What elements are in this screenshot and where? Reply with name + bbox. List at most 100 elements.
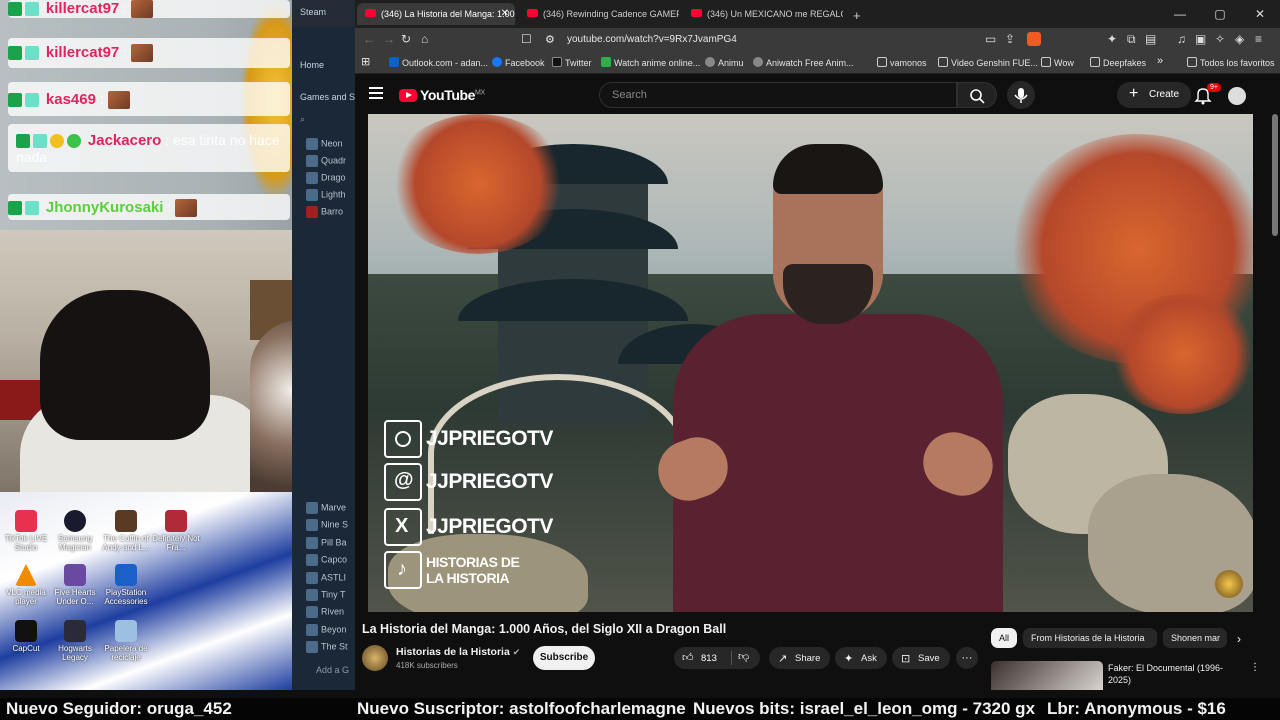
bookmark-folder[interactable]: Wow [1041, 57, 1074, 68]
desktop-icon[interactable]: PlayStation Accessories [96, 564, 156, 606]
site-info-icon[interactable]: ⚙ [545, 33, 555, 46]
close-window-icon[interactable]: ✕ [1240, 0, 1280, 28]
vpn-icon[interactable]: ◈ [1235, 32, 1244, 46]
chip-from-channel[interactable]: From Historias de la Historia [1023, 628, 1157, 648]
new-tab-button[interactable]: + [847, 2, 871, 24]
vlc-icon [15, 564, 37, 586]
create-button[interactable]: Create [1117, 82, 1191, 108]
steam-game-item[interactable]: Riven [306, 606, 344, 621]
ask-button[interactable]: ✦ Ask [835, 647, 887, 669]
steam-game-item[interactable]: The St [306, 641, 348, 656]
apps-icon[interactable]: ⊞ [361, 55, 370, 68]
steam-game-item[interactable]: Barro [306, 206, 343, 221]
desktop-icon[interactable]: Papelera de reciclaje [96, 620, 156, 662]
account-avatar[interactable] [1228, 87, 1246, 105]
maximize-icon[interactable]: ▢ [1200, 0, 1240, 28]
url-field[interactable]: ⚙ youtube.com/watch?v=9Rx7JvamPG4 [535, 31, 1055, 49]
close-tab-icon[interactable]: ✕ [501, 8, 509, 19]
samsung-magician-icon [64, 510, 86, 532]
steam-game-item[interactable]: Neon [306, 138, 343, 153]
bookmark-item[interactable]: Animu [705, 57, 744, 68]
more-actions-button[interactable]: ··· [956, 647, 978, 669]
bookmark-folder[interactable]: vamonos [877, 57, 927, 68]
voice-search-button[interactable] [1007, 81, 1035, 109]
menu-icon[interactable]: ≡ [1255, 32, 1262, 46]
all-favorites-folder[interactable]: Todos los favoritos [1187, 57, 1275, 68]
steam-game-item[interactable]: Marve [306, 502, 346, 517]
steam-game-item[interactable]: ASTLI [306, 572, 346, 587]
save-button[interactable]: ⊡ Save [892, 647, 950, 669]
browser-tab[interactable]: (346) Rewinding Cadence GAMEPLAY [519, 3, 679, 25]
like-count[interactable]: 813 [701, 653, 717, 664]
minimize-icon[interactable]: — [1160, 0, 1200, 28]
channel-watermark-icon[interactable] [1215, 570, 1243, 598]
steam-nav-games[interactable]: Games and S [300, 92, 355, 102]
steam-game-item[interactable]: Nine S [306, 519, 348, 534]
subscribe-button[interactable]: Subscribe [533, 646, 595, 670]
hamburger-menu-icon[interactable] [369, 87, 383, 99]
reload-icon[interactable]: ↻ [401, 32, 411, 46]
cast-icon[interactable]: ▭ [985, 32, 996, 46]
channel-avatar[interactable] [362, 645, 388, 671]
back-icon[interactable]: ← [363, 32, 375, 46]
steam-game-item[interactable]: Lighth [306, 189, 346, 204]
chat-text: : [167, 199, 172, 215]
ai-icon[interactable]: ✧ [1215, 32, 1225, 46]
steam-nav-home[interactable]: Home [300, 60, 324, 70]
sidebar-icon[interactable]: ▤ [1145, 32, 1156, 46]
steam-game-item[interactable]: Capco [306, 554, 347, 569]
browser-tab[interactable]: (346) Un MEXICANO me REGALÓ ES [683, 3, 843, 25]
steam-game-item[interactable]: Quadr [306, 155, 346, 170]
search-button[interactable] [957, 82, 997, 108]
more-bookmarks-icon[interactable]: » [1157, 55, 1163, 67]
steam-game-item[interactable]: Drago [306, 172, 346, 187]
recommended-title[interactable]: Faker: El Documental (1996-2025) [1108, 662, 1228, 686]
video-player[interactable]: JJPRIEGOTV @ JJPRIEGOTV X JJPRIEGOTV ♪ HIST… [368, 114, 1253, 612]
chip-all[interactable]: All [991, 628, 1017, 648]
extension-icon[interactable]: ✦ [1107, 32, 1117, 46]
search-input[interactable]: Search [599, 82, 957, 108]
puzzle-icon[interactable]: ⧉ [1127, 32, 1136, 47]
steam-game-item[interactable]: Beyon [306, 624, 347, 639]
add-game-button[interactable]: Add a G [316, 665, 349, 675]
bookmark-folder[interactable]: Video Genshin FUE... [938, 57, 1038, 68]
bookmark-item[interactable]: Twitter [552, 57, 592, 68]
mod-badge-icon [8, 46, 22, 61]
mod-badge-icon [8, 93, 22, 108]
more-vert-icon[interactable]: ⋮ [1250, 662, 1260, 673]
chevron-right-icon[interactable]: › [1237, 632, 1241, 646]
browser-tab[interactable]: (346) La Historia del Manga: 1.00 ✕ [357, 3, 515, 25]
share-icon[interactable]: ⇪ [1005, 32, 1015, 46]
bookmark-item[interactable]: Facebook [492, 57, 545, 68]
dislike-icon[interactable]: 👎︎ [738, 650, 749, 663]
steam-game-item[interactable]: Pill Ba [306, 537, 347, 552]
game-icon [306, 206, 318, 218]
search-icon[interactable]: ⌕ [300, 114, 305, 125]
page-scrollbar[interactable] [1272, 114, 1278, 236]
bookmark-item[interactable]: Watch anime online... [601, 57, 700, 68]
share-button[interactable]: ↗ Share [769, 647, 831, 669]
chip-shonen[interactable]: Shonen mar [1163, 628, 1227, 648]
forward-icon[interactable]: → [383, 32, 395, 46]
brave-shield-icon[interactable] [1027, 32, 1041, 46]
emote-icon [130, 44, 153, 63]
bookmark-folder[interactable]: Deepfakes [1090, 57, 1146, 68]
steam-game-item[interactable]: Tiny T [306, 589, 346, 604]
steam-tab[interactable]: Steam [292, 0, 355, 26]
youtube-logo[interactable]: YouTubeMX [399, 87, 485, 103]
recommended-thumbnail[interactable] [991, 661, 1103, 690]
like-icon[interactable]: 👍︎ [682, 651, 694, 664]
sub-badge-icon [25, 93, 39, 108]
desktop-icon[interactable]: Definitely Not Fra... [146, 510, 206, 552]
capcut-icon [15, 620, 37, 642]
smile-badge-icon [67, 134, 81, 149]
instagram-handle: JJPRIEGOTV [384, 420, 553, 458]
music-icon[interactable]: ♫ [1177, 32, 1186, 46]
chat-username: kas469 [45, 91, 96, 108]
bookmark-icon[interactable]: ☐ [521, 32, 532, 46]
bookmark-item[interactable]: Aniwatch Free Anim... [753, 57, 854, 68]
channel-name[interactable]: Historias de la Historia ✔ [396, 646, 520, 658]
bookmark-item[interactable]: Outlook.com - adan... [389, 57, 488, 68]
home-icon[interactable]: ⌂ [421, 32, 428, 46]
wallet-icon[interactable]: ▣ [1195, 32, 1206, 46]
